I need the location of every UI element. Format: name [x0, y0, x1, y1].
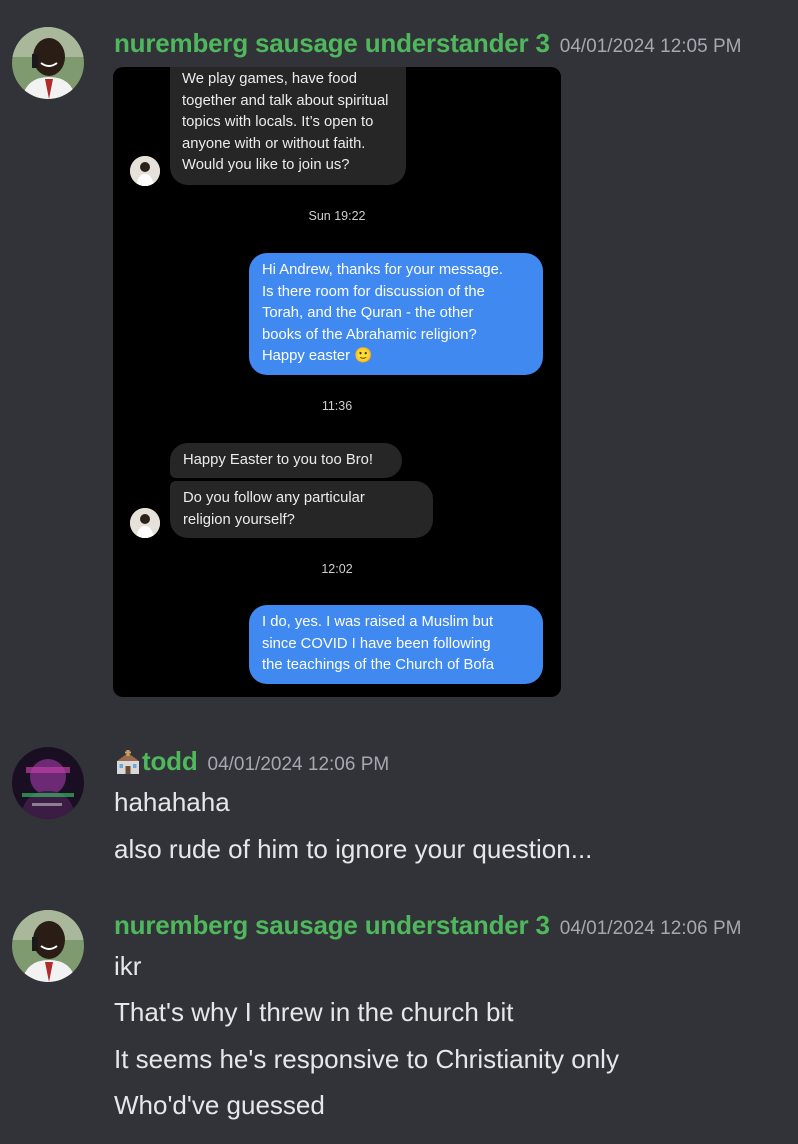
message-text: That's why I threw in the church bit — [114, 997, 514, 1027]
chat-timestamp: 12:02 — [321, 562, 353, 576]
chat-bubble-incoming: Do you follow any particular religion yo… — [170, 481, 433, 538]
bubble-line: the teachings of the Church of Bofa — [262, 657, 494, 673]
bubble-line: Is there room for discussion of the — [262, 283, 485, 300]
chat-bubble-incoming: We play games, have food together and ta… — [170, 67, 406, 185]
chat-timestamp: 11:36 — [321, 399, 353, 413]
bubble-line: Happy easter 🙂 — [262, 348, 373, 364]
message-header: nuremberg sausage understander 3 04/01/20… — [114, 910, 741, 941]
contact-avatar — [130, 156, 160, 186]
chat-timestamp: Sun 19:22 — [308, 209, 366, 223]
message-header: nuremberg sausage understander 3 04/01/20… — [114, 28, 741, 59]
username[interactable]: nuremberg sausage understander 3 — [114, 28, 550, 58]
bubble-line: religion yourself? — [183, 511, 295, 528]
bubble-line: Torah, and the Quran - the other — [262, 305, 474, 321]
message-text: also rude of him to ignore your question… — [114, 834, 593, 864]
chat-bubble-outgoing: I do, yes. I was raised a Muslim but sin… — [249, 605, 543, 684]
timestamp[interactable]: 04/01/2024 12:05 PM — [560, 36, 742, 57]
username[interactable]: todd — [142, 746, 198, 776]
bubble-line: Hi Andrew, thanks for your message. — [262, 262, 503, 278]
timestamp[interactable]: 04/01/2024 12:06 PM — [560, 918, 742, 939]
bubble-line: I do, yes. I was raised a Muslim but — [262, 614, 494, 630]
bubble-line: We play games, have food — [182, 71, 357, 87]
bubble-line: books of the Abrahamic religion? — [262, 326, 477, 343]
message-text: Who'd've guessed — [114, 1090, 325, 1120]
chat-bubble-incoming: Happy Easter to you too Bro! — [170, 443, 402, 478]
avatar[interactable] — [12, 747, 84, 819]
bubble-line: together and talk about spiritual — [182, 92, 389, 109]
bubble-line: Happy Easter to you too Bro! — [183, 452, 373, 468]
message-header: todd 04/01/2024 12:06 PM — [114, 746, 389, 781]
bubble-line: Do you follow any particular — [183, 490, 365, 506]
avatar[interactable] — [12, 27, 84, 99]
message-text: It seems he's responsive to Christianity… — [114, 1044, 619, 1074]
bubble-line: topics with locals. It’s open to — [182, 114, 374, 130]
image-attachment[interactable]: We play games, have food together and ta… — [113, 67, 561, 697]
timestamp[interactable]: 04/01/2024 12:06 PM — [208, 754, 390, 775]
chat-bubble-outgoing: Hi Andrew, thanks for your message. Is t… — [249, 253, 543, 375]
message-text: ikr — [114, 951, 142, 981]
church-icon — [114, 750, 142, 781]
bubble-line: Would you like to join us? — [182, 157, 350, 173]
avatar[interactable] — [12, 910, 84, 982]
bubble-line: since COVID I have been following — [262, 635, 491, 652]
message-text: hahahaha — [114, 787, 230, 817]
username[interactable]: nuremberg sausage understander 3 — [114, 910, 550, 940]
bubble-line: anyone with or without faith. — [182, 135, 366, 152]
contact-avatar — [130, 508, 160, 538]
